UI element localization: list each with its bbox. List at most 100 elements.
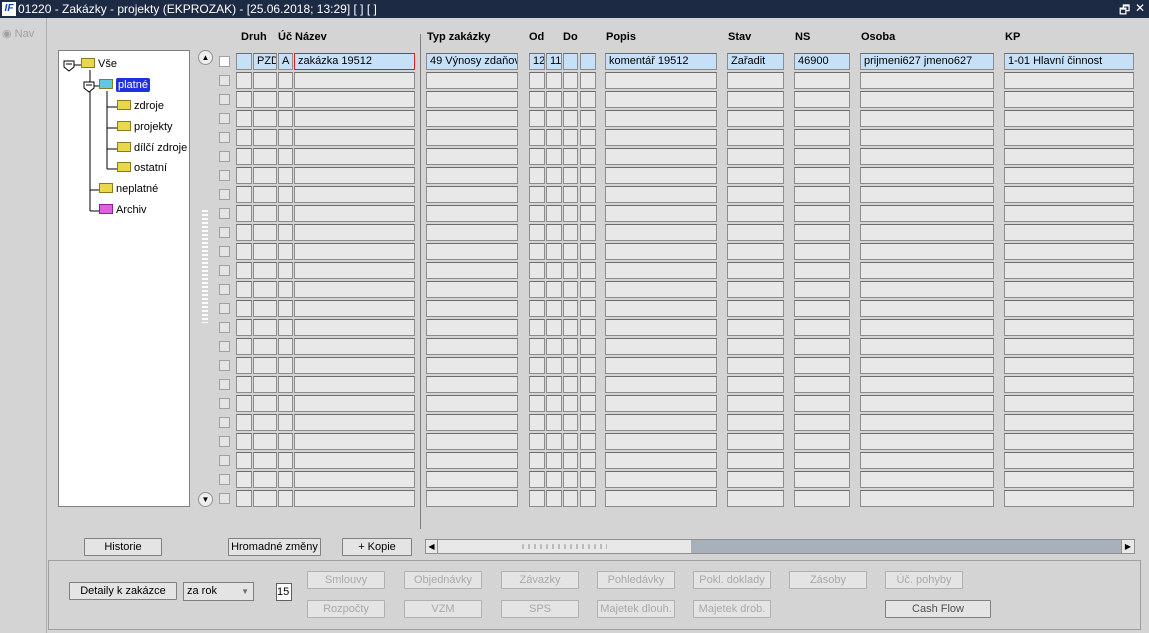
cell-od2[interactable] xyxy=(546,338,562,355)
cell-osoba[interactable] xyxy=(860,433,994,450)
cell-osoba[interactable] xyxy=(860,205,994,222)
cell-ns[interactable] xyxy=(794,338,850,355)
cell-nazev[interactable] xyxy=(294,300,415,317)
cell-ns[interactable] xyxy=(794,376,850,393)
cell-do1[interactable] xyxy=(563,376,578,393)
cell-popis[interactable] xyxy=(605,338,717,355)
cell-popis[interactable] xyxy=(605,300,717,317)
cell-typ[interactable] xyxy=(426,148,518,165)
cell-od2[interactable] xyxy=(546,91,562,108)
cell-kp[interactable] xyxy=(1004,281,1134,298)
row-checkbox[interactable] xyxy=(219,474,230,485)
cell-od1[interactable] xyxy=(529,319,545,336)
cell-typ[interactable] xyxy=(426,338,518,355)
cell-stav[interactable] xyxy=(727,129,784,146)
cell-od2[interactable] xyxy=(546,281,562,298)
cell-nazev[interactable] xyxy=(294,243,415,260)
cell-do1[interactable] xyxy=(563,186,578,203)
cell-popis[interactable] xyxy=(605,471,717,488)
cell-stav[interactable] xyxy=(727,72,784,89)
smlouvy-button[interactable]: Smlouvy xyxy=(307,571,385,589)
cell-od2[interactable] xyxy=(546,452,562,469)
cell-blank[interactable] xyxy=(236,357,252,374)
nav-radio[interactable]: ◉ Nav xyxy=(2,27,34,40)
cell-do1[interactable] xyxy=(563,110,578,127)
cell-popis[interactable] xyxy=(605,148,717,165)
tree-item-projekty[interactable]: projekty xyxy=(117,120,173,135)
row-checkbox[interactable] xyxy=(219,94,230,105)
cell-uc[interactable] xyxy=(278,357,293,374)
cell-popis[interactable] xyxy=(605,110,717,127)
cell-osoba[interactable] xyxy=(860,148,994,165)
cell-kp[interactable] xyxy=(1004,224,1134,241)
cell-stav[interactable] xyxy=(727,243,784,260)
cell-do1[interactable] xyxy=(563,205,578,222)
vzm-button[interactable]: VZM xyxy=(404,600,482,618)
tree-item-archiv[interactable]: Archiv xyxy=(99,203,147,218)
cell-nazev[interactable] xyxy=(294,357,415,374)
cell-do2[interactable] xyxy=(580,300,596,317)
cell-od2[interactable] xyxy=(546,414,562,431)
cell-stav[interactable] xyxy=(727,452,784,469)
cell-blank[interactable] xyxy=(236,395,252,412)
cell-uc[interactable] xyxy=(278,300,293,317)
cell-od1[interactable] xyxy=(529,395,545,412)
cell-ns[interactable] xyxy=(794,110,850,127)
cell-do2[interactable] xyxy=(580,433,596,450)
zavazky-button[interactable]: Závazky xyxy=(501,571,579,589)
cell-druh[interactable] xyxy=(253,395,277,412)
cell-od1[interactable] xyxy=(529,129,545,146)
row-checkbox[interactable] xyxy=(219,303,230,314)
cell-kp[interactable] xyxy=(1004,414,1134,431)
cell-od1[interactable] xyxy=(529,300,545,317)
cell-druh[interactable] xyxy=(253,357,277,374)
cell-popis[interactable] xyxy=(605,129,717,146)
cell-nazev[interactable] xyxy=(294,281,415,298)
tree-item-vse[interactable]: Vše xyxy=(81,57,117,72)
cell-do2[interactable] xyxy=(580,414,596,431)
cell-do2[interactable] xyxy=(580,224,596,241)
cell-do2[interactable] xyxy=(580,148,596,165)
cell-kp[interactable] xyxy=(1004,262,1134,279)
cell-kp[interactable] xyxy=(1004,357,1134,374)
cell-od1[interactable] xyxy=(529,376,545,393)
cell-do2[interactable] xyxy=(580,395,596,412)
cell-osoba[interactable] xyxy=(860,110,994,127)
cell-od2[interactable] xyxy=(546,471,562,488)
row-checkbox[interactable] xyxy=(219,341,230,352)
scroll-down-icon[interactable]: ▼ xyxy=(198,492,213,507)
cell-od1[interactable] xyxy=(529,72,545,89)
row-checkbox[interactable] xyxy=(219,56,230,67)
row-checkbox[interactable] xyxy=(219,493,230,504)
cell-ns[interactable] xyxy=(794,395,850,412)
cell-do2[interactable] xyxy=(580,471,596,488)
cell-popis[interactable] xyxy=(605,224,717,241)
cell-stav[interactable] xyxy=(727,395,784,412)
cell-do2[interactable] xyxy=(580,490,596,507)
cell-ns[interactable] xyxy=(794,281,850,298)
cell-druh[interactable] xyxy=(253,471,277,488)
number-input[interactable]: 15 xyxy=(276,583,292,601)
cell-osoba[interactable] xyxy=(860,395,994,412)
row-checkbox[interactable] xyxy=(219,379,230,390)
cell-od2[interactable] xyxy=(546,224,562,241)
cell-od2[interactable] xyxy=(546,490,562,507)
cell-kp[interactable] xyxy=(1004,91,1134,108)
tree-item-zdroje[interactable]: zdroje xyxy=(117,99,164,114)
cell-ns[interactable] xyxy=(794,262,850,279)
cell-do1[interactable] xyxy=(563,414,578,431)
cell-nazev[interactable] xyxy=(294,376,415,393)
cell-kp[interactable] xyxy=(1004,433,1134,450)
cell-do1[interactable] xyxy=(563,72,578,89)
cell-nazev[interactable] xyxy=(294,167,415,184)
cell-typ[interactable] xyxy=(426,452,518,469)
cell-od1[interactable] xyxy=(529,167,545,184)
cell-uc[interactable] xyxy=(278,338,293,355)
cell-druh[interactable] xyxy=(253,91,277,108)
cell-do1[interactable] xyxy=(563,129,578,146)
cell-do1[interactable] xyxy=(563,433,578,450)
cell-od2[interactable]: 11 xyxy=(546,53,562,70)
scroll-right-icon[interactable]: ▶ xyxy=(1121,540,1134,553)
cell-ns[interactable] xyxy=(794,148,850,165)
cell-do2[interactable] xyxy=(580,452,596,469)
